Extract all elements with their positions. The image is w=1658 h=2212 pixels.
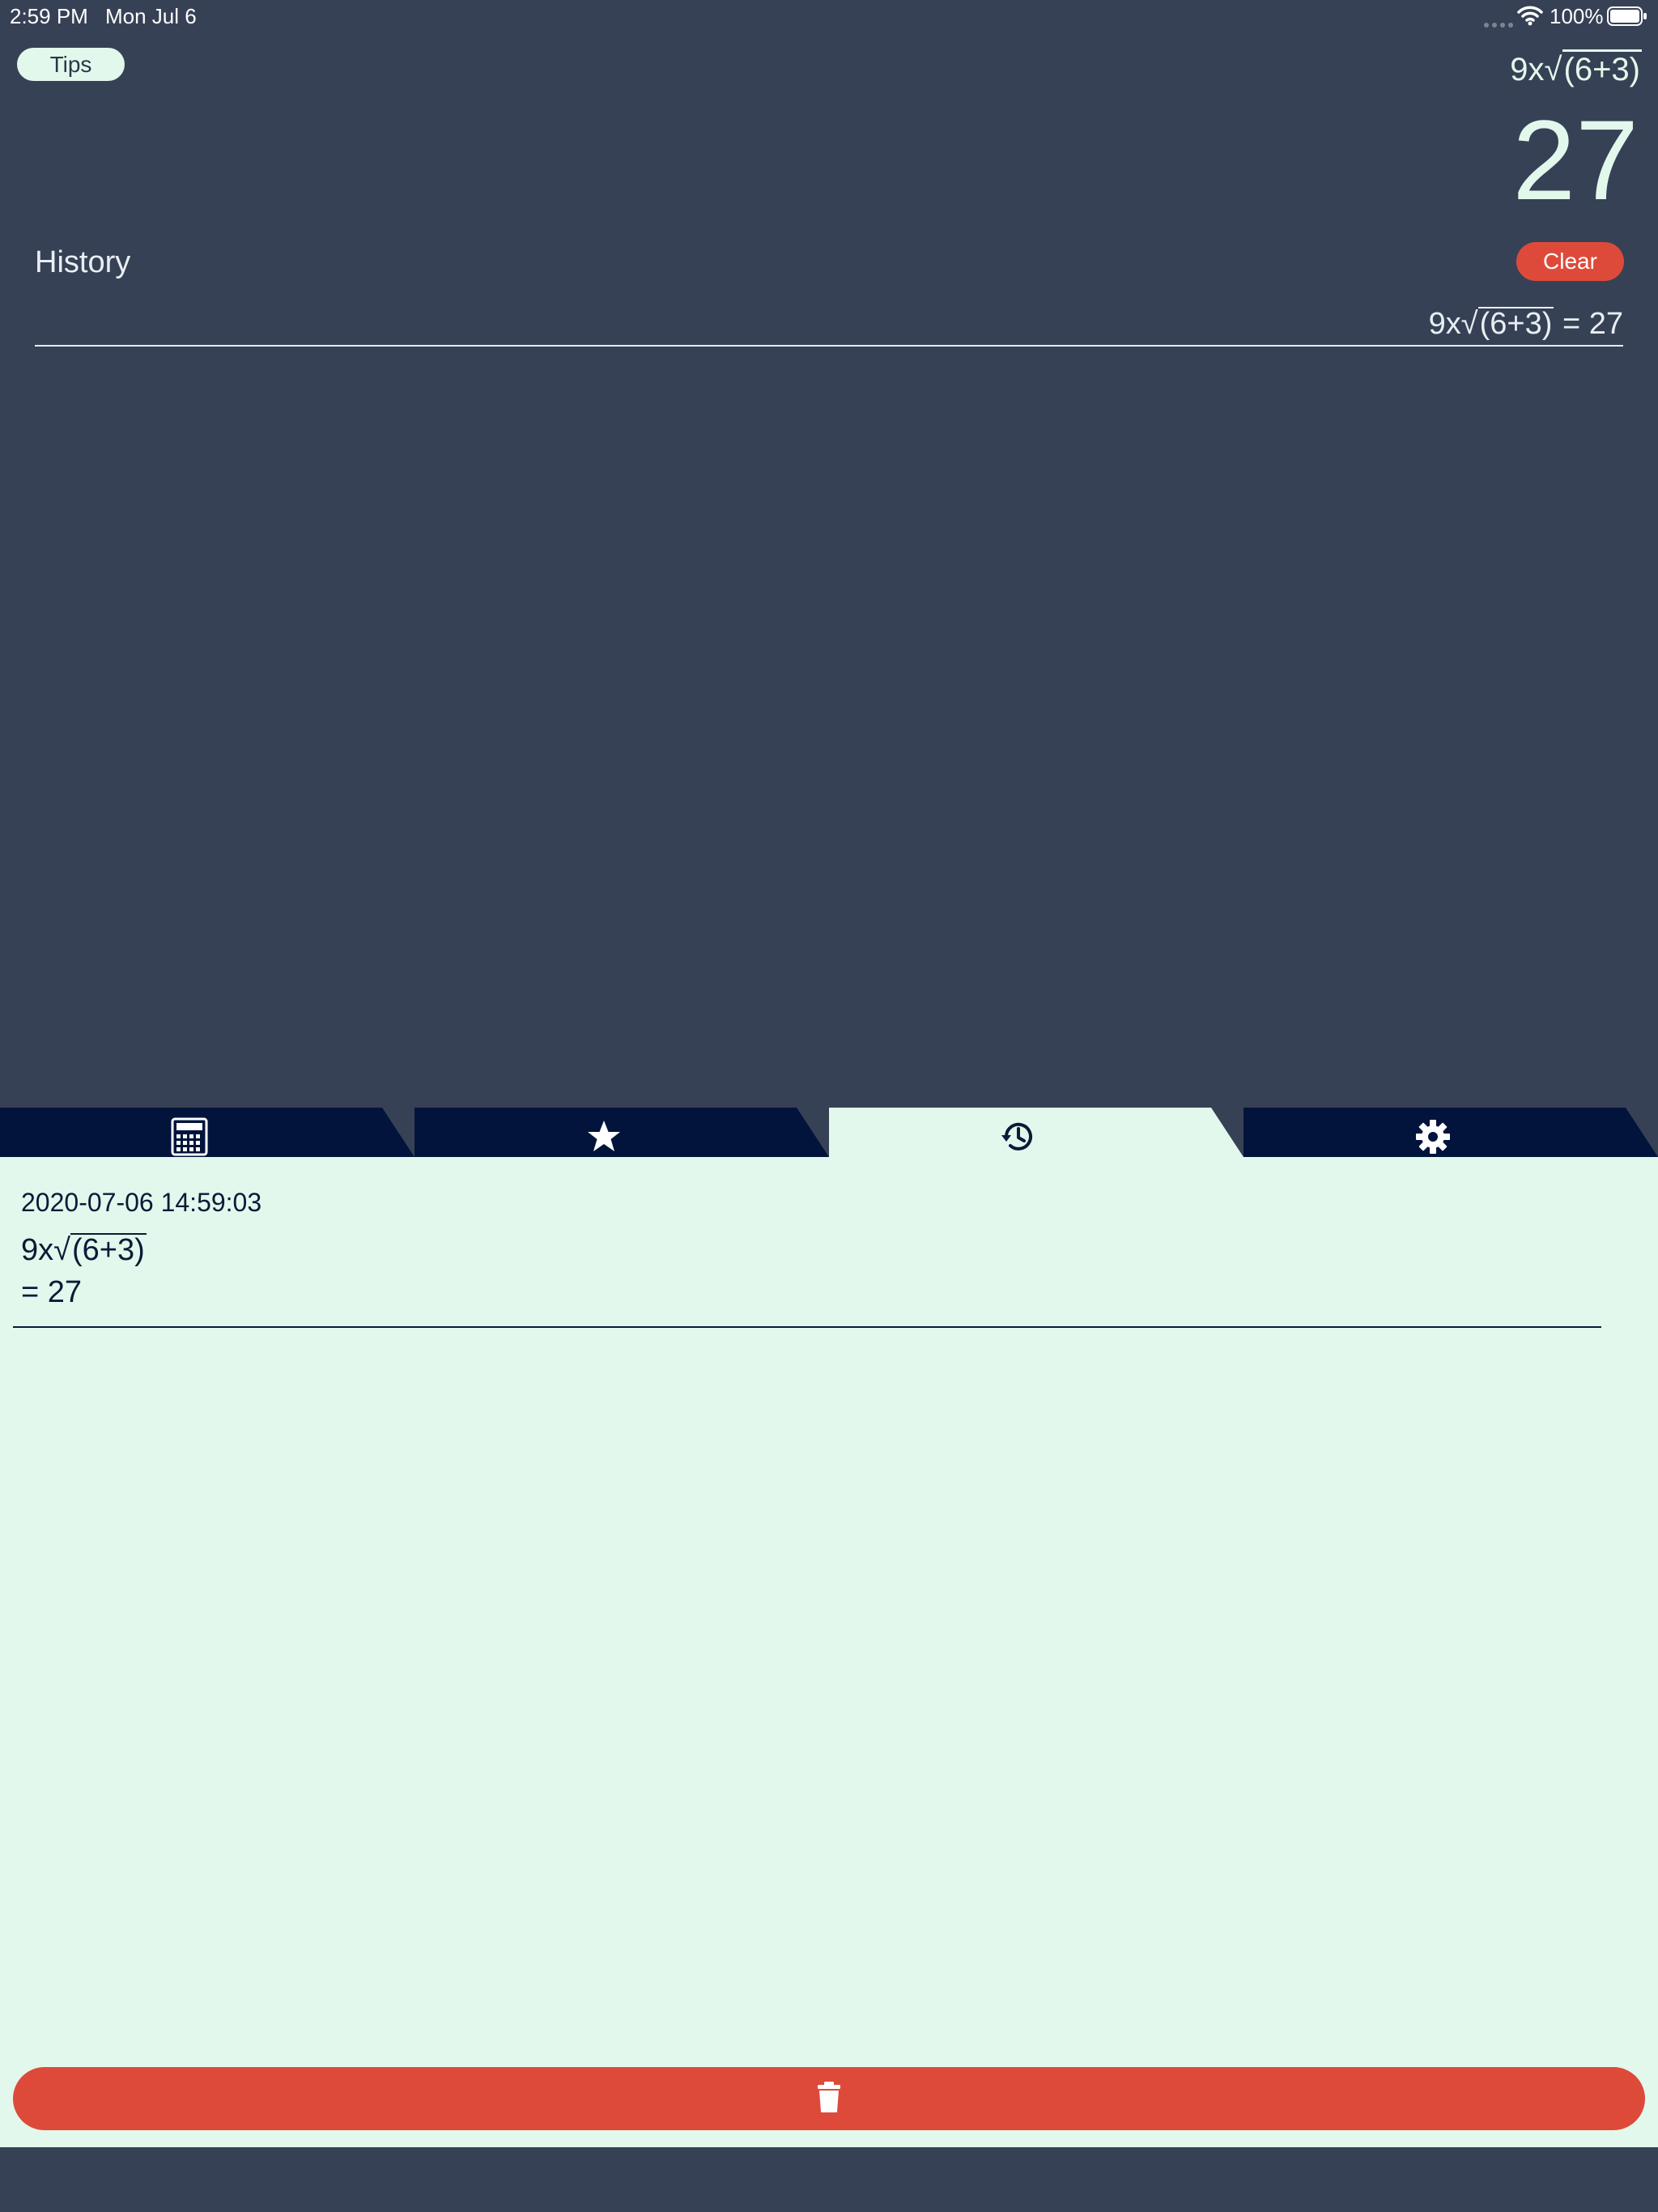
tab-favorites[interactable] xyxy=(414,1108,829,1157)
history-line-prefix: 9x xyxy=(1428,307,1461,341)
calculator-icon xyxy=(170,1117,209,1156)
history-icon xyxy=(999,1117,1038,1156)
wifi-icon xyxy=(1517,5,1543,30)
delete-all-button[interactable] xyxy=(13,2067,1645,2130)
battery-icon xyxy=(1607,6,1647,30)
result-display: 27 xyxy=(1512,96,1639,223)
expression-radicand: (6+3) xyxy=(1562,49,1642,86)
entry-expression-prefix: 9x xyxy=(21,1233,54,1267)
entry-timestamp: 2020-07-06 14:59:03 xyxy=(21,1188,262,1217)
history-title: History xyxy=(35,245,131,279)
status-date: Mon Jul 6 xyxy=(105,4,197,28)
history-panel xyxy=(0,1157,1658,2147)
sqrt-icon: √ xyxy=(1460,307,1478,341)
tab-settings[interactable] xyxy=(1244,1108,1658,1157)
history-line-result: = 27 xyxy=(1554,307,1623,341)
entry-divider xyxy=(13,1326,1601,1328)
history-line-radicand: (6+3) xyxy=(1477,307,1554,341)
gear-icon xyxy=(1414,1117,1452,1156)
history-line[interactable]: 9x√(6+3) = 27 xyxy=(1429,304,1623,343)
status-time: 2:59 PM xyxy=(10,4,88,28)
signal-icon xyxy=(1484,18,1513,32)
tips-button[interactable]: Tips xyxy=(17,48,125,81)
clear-button[interactable]: Clear xyxy=(1516,242,1624,281)
entry-expression-radicand: (6+3) xyxy=(70,1233,147,1267)
tab-bar xyxy=(0,1108,1658,1157)
history-divider xyxy=(35,345,1623,347)
sqrt-icon: √ xyxy=(1544,52,1562,87)
trash-icon xyxy=(817,2081,841,2117)
battery-percent: 100% xyxy=(1550,4,1604,28)
current-expression: 9x√(6+3) xyxy=(1510,49,1642,91)
entry-result: = 27 xyxy=(21,1275,83,1309)
entry-expression[interactable]: 9x√(6+3) xyxy=(21,1231,147,1270)
tab-history[interactable] xyxy=(829,1108,1244,1157)
expression-prefix: 9x xyxy=(1510,52,1545,87)
tab-calculator[interactable] xyxy=(0,1108,414,1157)
star-icon xyxy=(585,1117,623,1156)
sqrt-icon: √ xyxy=(53,1233,70,1267)
